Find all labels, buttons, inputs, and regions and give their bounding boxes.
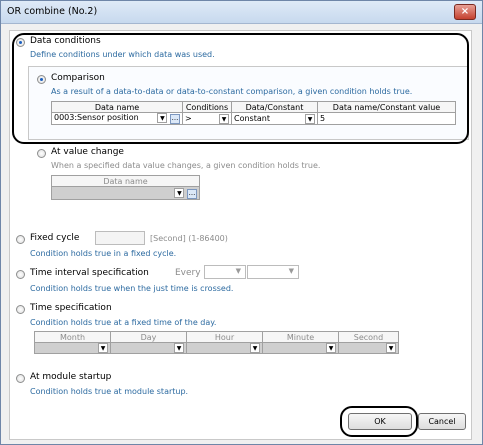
second-header: Second	[338, 331, 399, 343]
time-spec-desc: Condition holds true at a fixed time of …	[30, 318, 217, 327]
minute-select[interactable]: ▼	[262, 342, 339, 354]
window-title: OR combine (No.2)	[7, 6, 98, 17]
time-spec-table: Month Day Hour Minute Second ▼ ▼ ▼ ▼ ▼	[34, 331, 399, 354]
time-spec-label: Time specification	[30, 303, 112, 313]
hour-header: Hour	[186, 331, 263, 343]
time-interval-label: Time interval specification	[30, 268, 149, 278]
value-change-cell[interactable]: ▼ ...	[51, 186, 200, 200]
chevron-down-icon: ▼	[386, 343, 396, 353]
time-spec-radio[interactable]	[16, 305, 25, 314]
browse-icon[interactable]: ...	[187, 188, 197, 199]
dialog-window: OR combine (No.2) × Data conditions Defi…	[0, 0, 483, 445]
title-bar: OR combine (No.2) ×	[1, 1, 482, 24]
value-change-table: Data name ▼ ...	[51, 175, 200, 200]
value-change-label: At value change	[51, 147, 124, 157]
second-select[interactable]: ▼	[338, 342, 399, 354]
hour-select[interactable]: ▼	[186, 342, 263, 354]
chevron-down-icon: ▼	[98, 343, 108, 353]
interval-unit-select[interactable]: ▼	[247, 265, 299, 279]
settings-panel: Data conditions Define conditions under …	[9, 30, 472, 440]
time-interval-radio[interactable]	[16, 270, 25, 279]
fixed-cycle-desc: Condition holds true in a fixed cycle.	[30, 249, 177, 258]
cancel-button[interactable]: Cancel	[418, 413, 466, 430]
module-startup-desc: Condition holds true at module startup.	[30, 387, 189, 396]
minute-header: Minute	[262, 331, 339, 343]
time-interval-desc: Condition holds true when the just time …	[30, 284, 234, 293]
module-startup-label: At module startup	[30, 372, 112, 382]
fixed-cycle-input[interactable]	[95, 231, 145, 245]
chevron-down-icon: ▼	[174, 343, 184, 353]
chevron-down-icon: ▼	[326, 343, 336, 353]
every-label: Every	[175, 268, 201, 278]
fixed-cycle-unit: [Second] (1-86400)	[150, 234, 228, 243]
day-select[interactable]: ▼	[110, 342, 187, 354]
interval-value-select[interactable]: ▼	[204, 265, 246, 279]
chevron-down-icon: ▼	[288, 267, 294, 275]
chevron-down-icon: ▼	[235, 267, 241, 275]
chevron-down-icon: ▼	[250, 343, 260, 353]
day-header: Day	[110, 331, 187, 343]
value-change-radio[interactable]	[37, 149, 46, 158]
month-select[interactable]: ▼	[34, 342, 111, 354]
chevron-down-icon[interactable]: ▼	[174, 187, 185, 198]
module-startup-radio[interactable]	[16, 374, 25, 383]
value-change-header: Data name	[51, 175, 200, 187]
highlight-ok-button	[340, 406, 418, 437]
month-header: Month	[34, 331, 111, 343]
value-change-desc: When a specified data value changes, a g…	[51, 161, 321, 170]
highlight-data-conditions	[12, 33, 469, 144]
close-button[interactable]: ×	[454, 4, 476, 20]
fixed-cycle-radio[interactable]	[16, 235, 25, 244]
fixed-cycle-label: Fixed cycle	[30, 233, 80, 243]
